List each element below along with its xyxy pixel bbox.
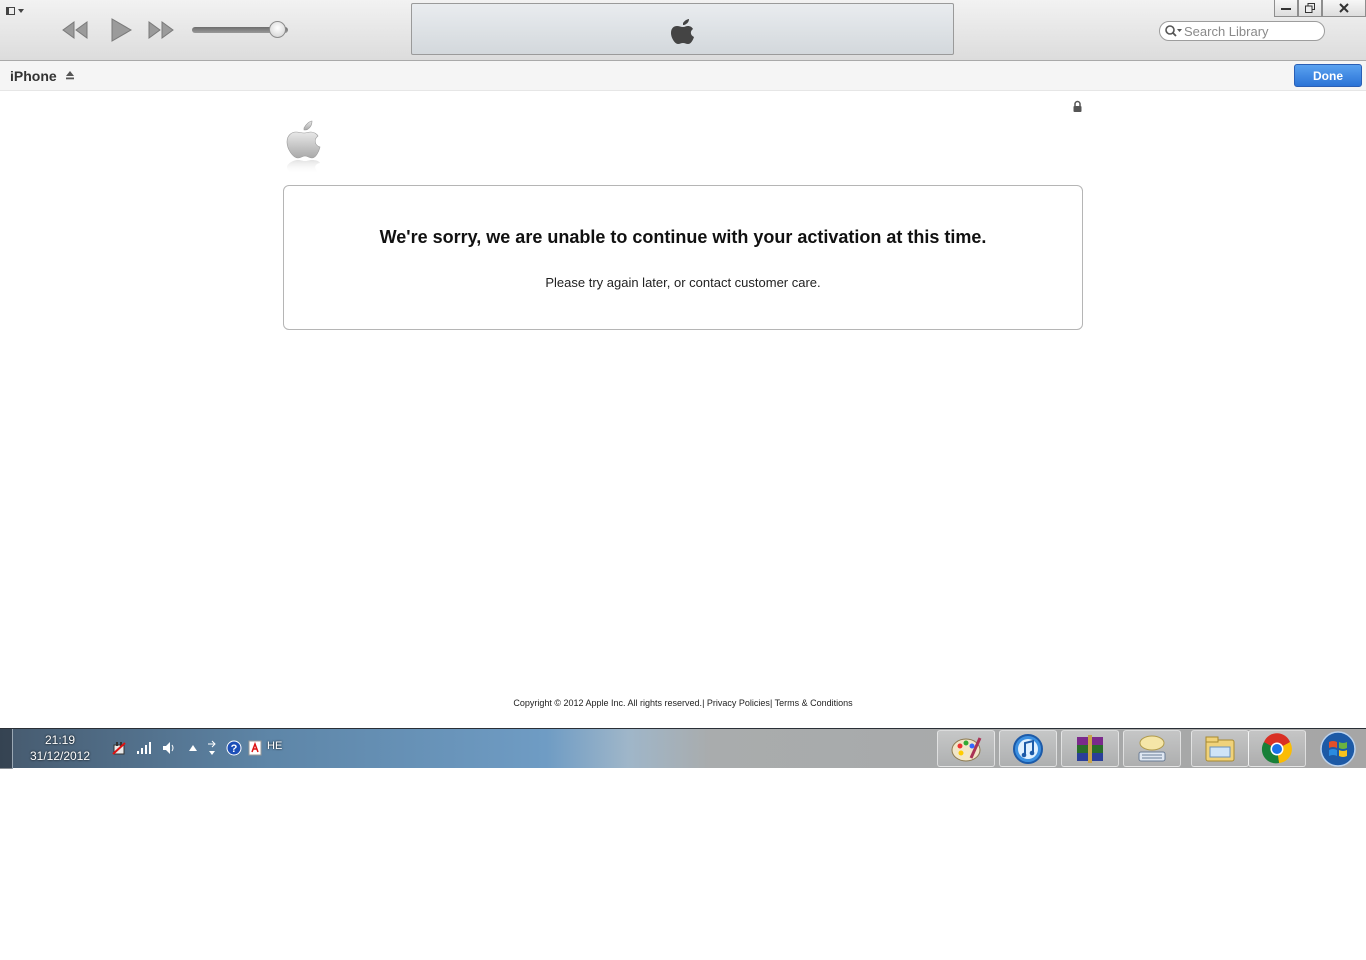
svg-text:?: ? <box>231 743 238 755</box>
taskbar-app-windows-explorer[interactable] <box>1191 730 1249 767</box>
itunes-toolbar <box>0 0 1366 61</box>
input-language-indicator[interactable]: HE <box>267 740 282 752</box>
done-button[interactable]: Done <box>1294 64 1362 87</box>
device-name[interactable]: iPhone <box>10 68 57 84</box>
power-icon[interactable] <box>110 739 128 757</box>
clock-time: 21:19 <box>44 733 76 747</box>
onscreen-keyboard-icon <box>1138 735 1166 761</box>
network-signal-icon[interactable] <box>135 739 153 757</box>
windows-logo-icon <box>1320 731 1356 767</box>
itunes-icon <box>1013 733 1043 764</box>
apple-logo-icon <box>286 120 321 174</box>
terms-conditions-link[interactable]: Terms & Conditions <box>775 698 853 708</box>
volume-slider-knob[interactable] <box>269 21 287 38</box>
clock-date: 31/12/2012 <box>29 749 91 763</box>
restore-icon <box>1305 3 1315 13</box>
lock-icon <box>1073 100 1082 112</box>
fast-forward-icon <box>148 21 174 39</box>
now-playing-display <box>411 3 954 55</box>
taskbar-app-winrar[interactable] <box>1061 730 1119 767</box>
search-icon <box>1165 25 1182 37</box>
help-icon[interactable]: ? <box>225 739 243 757</box>
search-input[interactable] <box>1184 23 1316 39</box>
taskbar-app-chrome[interactable] <box>1248 730 1306 767</box>
device-bar: iPhone Done <box>0 61 1366 91</box>
windows-explorer-icon <box>1205 736 1235 761</box>
error-title: We're sorry, we are unable to continue w… <box>379 227 987 247</box>
taskbar-app-paint[interactable] <box>937 730 995 767</box>
play-icon <box>111 18 132 42</box>
rewind-icon <box>62 21 88 39</box>
windows-taskbar: 21:19 31/12/2012 ? HE <box>0 728 1366 769</box>
taskbar-app-onscreen-keyboard[interactable] <box>1123 730 1181 767</box>
minimize-icon <box>1281 8 1291 10</box>
fast-forward-button[interactable] <box>146 18 176 42</box>
sync-arrows-icon[interactable] <box>203 739 221 757</box>
play-button[interactable] <box>108 18 134 42</box>
start-button[interactable] <box>1316 729 1360 769</box>
view-menu-icon[interactable] <box>6 4 32 18</box>
eject-icon[interactable] <box>65 70 75 80</box>
paint-icon <box>951 736 982 761</box>
taskbar-app-itunes[interactable] <box>999 730 1057 767</box>
show-hidden-icons-chevron-up-icon[interactable] <box>184 739 202 757</box>
adobe-acrobat-icon[interactable] <box>246 739 264 757</box>
rewind-button[interactable] <box>60 18 90 42</box>
apple-logo-icon <box>671 19 694 44</box>
search-library-field[interactable] <box>1159 21 1325 41</box>
close-button[interactable] <box>1322 0 1366 17</box>
window-controls <box>1274 0 1366 17</box>
show-desktop-button[interactable] <box>0 729 13 769</box>
system-clock[interactable]: 21:19 31/12/2012 <box>20 732 100 764</box>
copyright-text: Copyright © 2012 Apple Inc. All rights r… <box>513 698 703 708</box>
volume-icon[interactable] <box>160 739 178 757</box>
privacy-policies-link[interactable]: Privacy Policies <box>707 698 770 708</box>
activation-error-panel: We're sorry, we are unable to continue w… <box>283 185 1083 330</box>
winrar-icon <box>1077 734 1103 763</box>
minimize-button[interactable] <box>1274 0 1298 17</box>
footer: Copyright © 2012 Apple Inc. All rights r… <box>0 698 1366 708</box>
chrome-icon <box>1261 732 1292 763</box>
error-message: Please try again later, or contact custo… <box>545 275 821 290</box>
restore-button[interactable] <box>1298 0 1322 17</box>
close-icon <box>1339 3 1349 13</box>
